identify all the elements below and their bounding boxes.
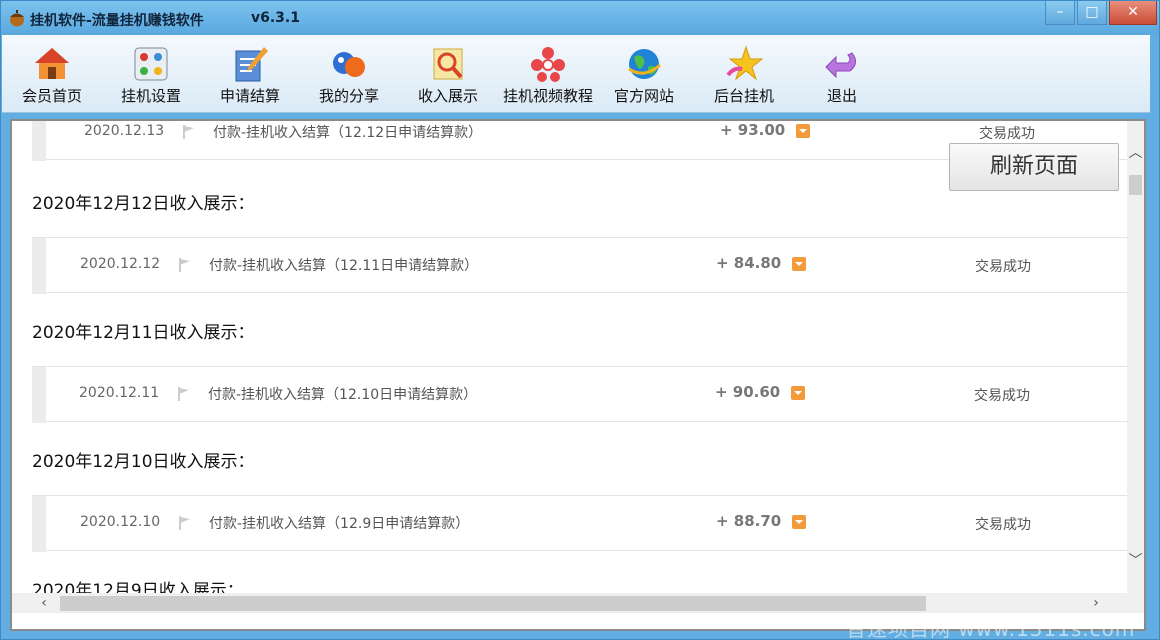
income-record: 2020.12.12 付款-挂机收入结算（12.11日申请结算款） + 84.8… — [32, 237, 1127, 294]
record-description: 付款-挂机收入结算（12.12日申请结算款） — [213, 125, 483, 141]
scrollbar-corner — [1127, 593, 1144, 613]
flag-icon — [183, 125, 194, 139]
refresh-page-button[interactable]: 刷新页面 — [949, 143, 1119, 191]
close-button[interactable]: ✕ — [1109, 1, 1157, 25]
day-heading: 2020年12月10日收入展示： — [32, 452, 255, 472]
settings-icon — [134, 47, 168, 81]
record-description: 付款-挂机收入结算（12.10日申请结算款） — [208, 387, 478, 403]
record-side-bar — [32, 121, 46, 161]
scroll-down-icon[interactable]: ﹀ — [1127, 553, 1144, 570]
record-date: 2020.12.11 — [79, 385, 160, 401]
background-star-icon — [726, 45, 764, 81]
record-status: 交易成功 — [974, 388, 1030, 404]
record-amount: + 88.70 — [716, 512, 782, 530]
day-heading: 2020年12月12日收入展示： — [32, 194, 255, 214]
dropdown-icon[interactable] — [796, 124, 810, 138]
toolbar-apply-settlement-label: 申请结算 — [219, 87, 280, 105]
record-amount: + 93.00 — [720, 121, 786, 139]
title-bar[interactable]: 挂机软件-流量挂机赚钱软件 v6.3.1 – □ ✕ — [1, 1, 1159, 35]
apply-settlement-icon — [235, 47, 268, 82]
scroll-up-icon[interactable]: ︿ — [1127, 145, 1144, 162]
toolbar-settings[interactable]: 挂机设置 — [109, 35, 193, 113]
toolbar-website-label: 官方网站 — [613, 87, 674, 105]
flag-icon — [178, 387, 189, 401]
record-side-bar — [32, 496, 46, 552]
toolbar-background-run[interactable]: 后台挂机 — [702, 35, 786, 113]
video-tutorial-icon — [531, 47, 565, 82]
dropdown-icon[interactable] — [791, 386, 805, 400]
toolbar-website[interactable]: 官方网站 — [602, 35, 686, 113]
window-title: 挂机软件-流量挂机赚钱软件 — [30, 13, 204, 29]
toolbar-apply-settlement[interactable]: 申请结算 — [208, 35, 292, 113]
main-toolbar: 会员首页 挂机设置 申请结算 我的分享 收入展示 挂机视频教程 官方网站 后台挂… — [2, 35, 1150, 113]
toolbar-exit[interactable]: 退出 — [800, 35, 884, 113]
exit-arrow-icon — [825, 52, 856, 79]
record-date: 2020.12.12 — [80, 256, 161, 272]
vertical-scrollbar[interactable]: ︿ ﹀ — [1127, 121, 1144, 593]
income-scroll-area[interactable]: 2020.12.13 付款-挂机收入结算（12.12日申请结算款） + 93.0… — [12, 121, 1127, 593]
app-window: 挂机软件-流量挂机赚钱软件 v6.3.1 – □ ✕ 会员首页 挂机设置 申请结… — [0, 0, 1160, 640]
income-record: 2020.12.11 付款-挂机收入结算（12.10日申请结算款） + 90.6… — [32, 366, 1127, 423]
day-heading: 2020年12月11日收入展示： — [32, 323, 255, 343]
toolbar-background-run-label: 后台挂机 — [713, 87, 774, 105]
record-date: 2020.12.13 — [84, 123, 165, 139]
toolbar-share[interactable]: 我的分享 — [307, 35, 391, 113]
vertical-scroll-thumb[interactable] — [1129, 175, 1142, 195]
toolbar-income[interactable]: 收入展示 — [406, 35, 490, 113]
toolbar-video-tutorial-label: 挂机视频教程 — [502, 87, 593, 105]
record-description: 付款-挂机收入结算（12.11日申请结算款） — [209, 258, 479, 274]
maximize-button[interactable]: □ — [1077, 1, 1107, 25]
home-icon — [35, 48, 69, 79]
income-display-panel: 2020.12.13 付款-挂机收入结算（12.12日申请结算款） + 93.0… — [10, 119, 1146, 631]
watermark: 音速项目网 www.1311s.com — [846, 617, 1136, 640]
record-amount: + 84.80 — [716, 254, 782, 272]
minimize-button[interactable]: – — [1045, 1, 1075, 25]
scroll-right-icon[interactable]: › — [1086, 593, 1106, 613]
record-status: 交易成功 — [975, 517, 1031, 533]
income-record: 2020.12.10 付款-挂机收入结算（12.9日申请结算款） + 88.70… — [32, 495, 1127, 552]
record-status: 交易成功 — [975, 259, 1031, 275]
record-amount: + 90.60 — [715, 383, 781, 401]
flag-icon — [179, 258, 190, 272]
toolbar-home-label: 会员首页 — [21, 87, 82, 105]
dropdown-icon[interactable] — [792, 257, 806, 271]
scroll-left-icon[interactable]: ‹ — [34, 593, 54, 613]
record-status: 交易成功 — [979, 126, 1035, 142]
toolbar-settings-label: 挂机设置 — [120, 87, 181, 105]
version-label: v6.3.1 — [251, 10, 300, 26]
horizontal-scroll-thumb[interactable] — [60, 596, 926, 611]
share-icon — [333, 52, 365, 77]
toolbar-share-label: 我的分享 — [318, 87, 379, 105]
record-side-bar — [32, 367, 46, 423]
income-icon — [433, 48, 463, 80]
horizontal-scrollbar[interactable]: ‹ › — [12, 593, 1127, 613]
record-date: 2020.12.10 — [80, 514, 161, 530]
toolbar-income-label: 收入展示 — [417, 87, 478, 105]
website-globe-icon — [628, 49, 661, 79]
toolbar-exit-label: 退出 — [826, 87, 857, 105]
toolbar-video-tutorial[interactable]: 挂机视频教程 — [500, 35, 596, 113]
flag-icon — [179, 516, 190, 530]
dropdown-icon[interactable] — [792, 515, 806, 529]
record-description: 付款-挂机收入结算（12.9日申请结算款） — [209, 516, 470, 532]
day-heading: 2020年12月9日收入展示： — [32, 581, 244, 593]
toolbar-home[interactable]: 会员首页 — [10, 35, 94, 113]
acorn-icon — [10, 10, 24, 27]
record-side-bar — [32, 238, 46, 294]
